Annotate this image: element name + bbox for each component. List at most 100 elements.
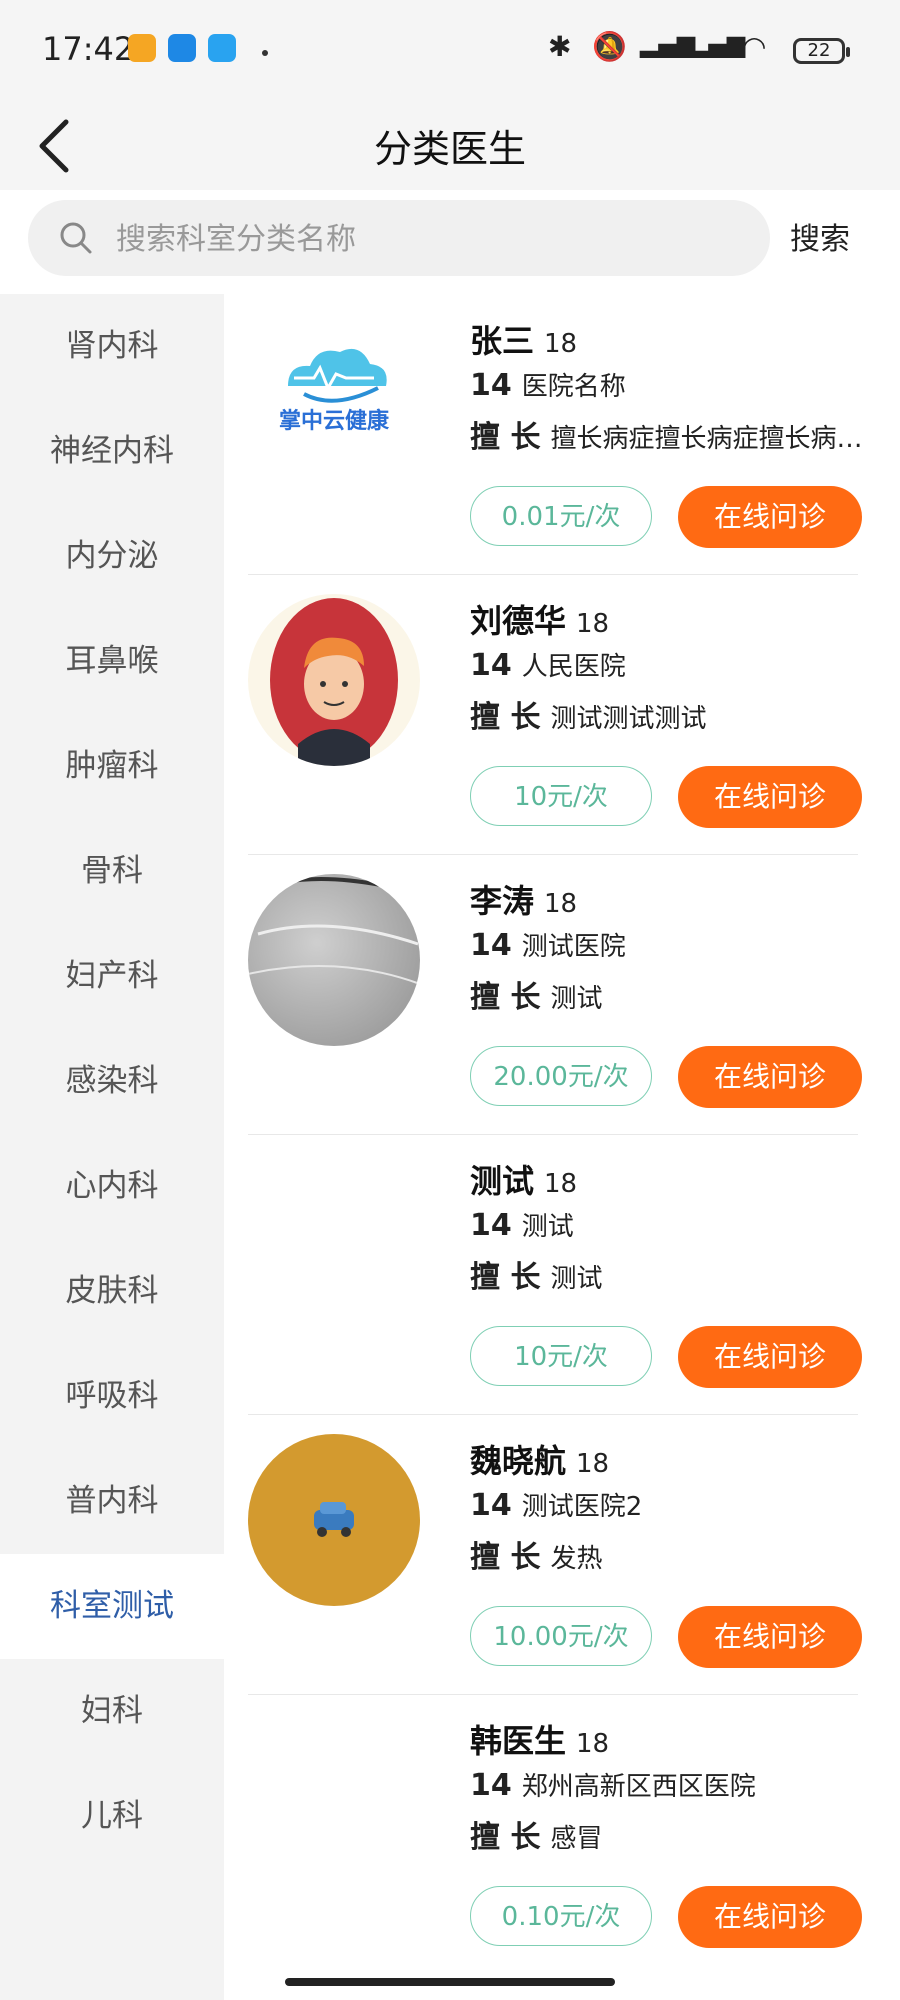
doctor-hospital: 人民医院 (521, 652, 626, 682)
category-item[interactable]: 心内科 (0, 1134, 224, 1239)
category-item[interactable]: 普内科 (0, 1449, 224, 1554)
doctor-avatar-empty (248, 1154, 420, 1326)
category-item[interactable]: 妇产科 (0, 924, 224, 1029)
doctor-name: 李涛 18 (470, 882, 578, 920)
home-indicator[interactable] (285, 1978, 615, 1986)
status-time: 17:42 (42, 30, 135, 68)
search-bar: 搜索 (0, 190, 900, 294)
online-consult-button[interactable]: 在线问诊 (678, 486, 862, 548)
category-item[interactable]: 神经内科 (0, 399, 224, 504)
doctor-age: 18 (544, 329, 578, 359)
category-item[interactable]: 内分泌 (0, 504, 224, 609)
doctor-age: 18 (576, 609, 610, 639)
doctor-specialty: 发热 (550, 1544, 603, 1574)
category-item[interactable]: 骨科 (0, 819, 224, 924)
page-title: 分类医生 (373, 127, 526, 171)
consult-price: 0.10元/次 (470, 1886, 652, 1946)
doctor-name: 韩医生 18 (470, 1722, 610, 1760)
notification-app-icon (168, 34, 196, 62)
logo-text: 掌中云健康 (279, 408, 390, 434)
doctor-card[interactable]: 李涛 18 14 测试医院 擅 长测试 20.00元/次 在线问诊 (248, 854, 862, 1135)
doctor-hospital-row: 14 人民医院 (470, 646, 626, 683)
more-notifications-dot (262, 50, 268, 56)
doctor-card[interactable]: 韩医生 18 14 郑州高新区西区医院 擅 长感冒 0.10元/次 在线问诊 (248, 1694, 862, 1974)
category-item[interactable]: 妇科 (0, 1659, 224, 1764)
cartoon-man-avatar-icon (248, 594, 420, 766)
mute-icon: 🔕 (592, 30, 627, 63)
doctor-name: 刘德华 18 (470, 602, 610, 640)
wifi-icon: ◠ (742, 30, 767, 63)
category-item[interactable]: 肾内科 (0, 294, 224, 399)
consult-price: 0.01元/次 (470, 486, 652, 546)
online-consult-button[interactable]: 在线问诊 (678, 1606, 862, 1668)
doctor-hospital: 医院名称 (521, 372, 626, 402)
doctor-hospital: 测试医院 (521, 932, 626, 962)
cloud-logo-icon: 掌中云健康 (248, 314, 420, 486)
doctor-hospital-row: 14 测试医院 (470, 926, 626, 963)
doctor-level: 14 (470, 1488, 512, 1523)
online-consult-button[interactable]: 在线问诊 (678, 1326, 862, 1388)
doctor-hospital-row: 14 郑州高新区西区医院 (470, 1766, 756, 1803)
consult-price: 10.00元/次 (470, 1606, 652, 1666)
specialty-label: 擅 长 (470, 1540, 541, 1575)
notification-app-icon (208, 34, 236, 62)
specialty-label: 擅 长 (470, 980, 541, 1015)
specialty-label: 擅 长 (470, 700, 541, 735)
photo-avatar-icon (248, 877, 420, 985)
category-item[interactable]: 儿科 (0, 1764, 224, 1869)
doctor-avatar (248, 594, 420, 766)
doctor-card[interactable]: 掌中云健康 张三18 14 医院名称 擅 长擅长病症擅长病症擅长病症擅长病症 0.… (248, 294, 870, 575)
doctor-specialty: 感冒 (550, 1824, 603, 1854)
doctor-avatar: 掌中云健康 (248, 314, 420, 486)
doctor-specialty: 测试测试测试 (550, 704, 707, 734)
category-item[interactable]: 皮肤科 (0, 1239, 224, 1344)
doctor-age: 18 (576, 1449, 610, 1479)
doctor-list: 掌中云健康 张三18 14医院名称 擅 长擅长病症擅长病症擅长病症擅长病症 0.… (224, 294, 900, 2000)
specialty-label: 擅 长 (470, 420, 541, 455)
doctor-specialty-row: 擅 长擅长病症擅长病症擅长病症擅长病症 (470, 412, 870, 456)
doctor-specialty-row: 擅 长感冒 (470, 1812, 870, 1856)
doctor-age: 18 (544, 1169, 578, 1199)
category-item-active[interactable]: 科室测试 (0, 1554, 224, 1659)
category-item[interactable]: 耳鼻喉 (0, 609, 224, 714)
bluetooth-icon: ✱ (548, 30, 572, 63)
doctor-level: 14 (470, 928, 512, 963)
doctor-specialty-row: 擅 长测试测试测试 (470, 692, 870, 736)
doctor-level: 14 (470, 1768, 512, 1803)
doctor-name: 魏晓航 18 (470, 1442, 610, 1480)
category-item[interactable]: 肿瘤科 (0, 714, 224, 819)
doctor-avatar (248, 1434, 420, 1606)
consult-price: 10元/次 (470, 1326, 652, 1386)
search-box[interactable] (28, 200, 770, 276)
doctor-name: 测试 18 (470, 1162, 578, 1200)
search-input[interactable] (114, 214, 738, 264)
specialty-label: 擅 长 (470, 1260, 541, 1295)
doctor-age: 18 (576, 1729, 610, 1759)
doctor-card[interactable]: 刘德华 18 14 人民医院 擅 长测试测试测试 10元/次 在线问诊 (248, 574, 862, 855)
online-consult-button[interactable]: 在线问诊 (678, 1046, 862, 1108)
consult-price: 10元/次 (470, 766, 652, 826)
category-sidebar: 肾内科 神经内科 内分泌 耳鼻喉 肿瘤科 骨科 妇产科 感染科 心内科 皮肤科 … (0, 294, 224, 2000)
doctor-avatar (248, 874, 420, 1046)
doctor-specialty: 测试 (550, 1264, 603, 1294)
category-item[interactable]: 呼吸科 (0, 1344, 224, 1449)
search-button[interactable]: 搜索 (790, 214, 850, 258)
doctor-specialty-row: 擅 长测试 (470, 972, 870, 1016)
doctor-specialty-row: 擅 长测试 (470, 1252, 870, 1296)
doctor-hospital-row: 14 测试医院2 (470, 1486, 642, 1523)
doctor-card[interactable]: 魏晓航 18 14 测试医院2 擅 长发热 10.00元/次 在线问诊 (248, 1414, 862, 1695)
doctor-hospital: 测试医院2 (521, 1492, 643, 1522)
doctor-hospital-row: 14 医院名称 (470, 366, 626, 403)
signal-icon: ▂▄▆ (640, 30, 696, 58)
consult-price: 20.00元/次 (470, 1046, 652, 1106)
battery-icon: 22 (793, 38, 850, 64)
online-consult-button[interactable]: 在线问诊 (678, 766, 862, 828)
status-bar: 17:42 ✱ 🔕 ▂▄▆ ▂▄▆ ◠ 22 (0, 0, 900, 100)
doctor-card[interactable]: 测试 18 14 测试 擅 长测试 10元/次 在线问诊 (248, 1134, 862, 1415)
doctor-specialty-row: 擅 长发热 (470, 1532, 870, 1576)
doctor-age: 18 (544, 889, 578, 919)
doctor-hospital: 测试 (521, 1212, 574, 1242)
doctor-level: 14 (470, 1208, 512, 1243)
category-item[interactable]: 感染科 (0, 1029, 224, 1134)
online-consult-button[interactable]: 在线问诊 (678, 1886, 862, 1948)
